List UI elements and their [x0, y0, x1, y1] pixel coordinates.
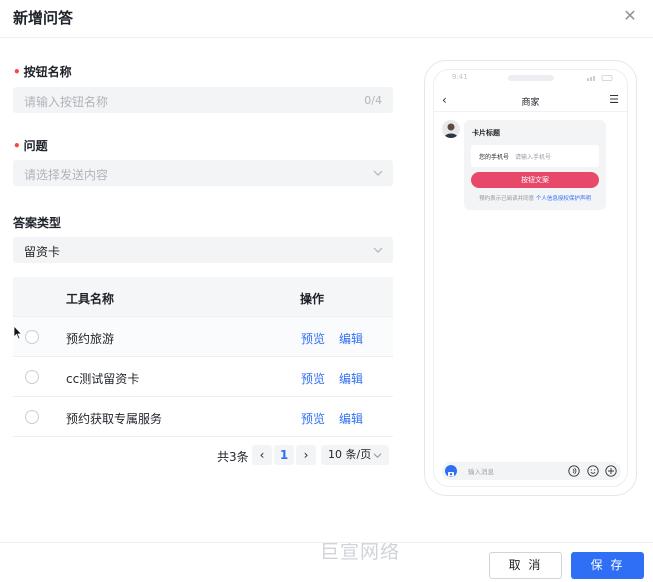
- chevron-down-icon: [373, 453, 382, 458]
- camera-icon[interactable]: [445, 465, 457, 477]
- voice-icon[interactable]: [568, 465, 580, 477]
- required-mark: •: [13, 139, 21, 153]
- signal-battery-icon: [587, 75, 613, 81]
- row-radio[interactable]: [25, 370, 39, 384]
- next-page-button[interactable]: ›: [296, 445, 316, 465]
- column-tool-name: 工具名称: [66, 292, 115, 306]
- table-row[interactable]: 预约获取专属服务 预览 编辑: [13, 397, 393, 437]
- chevron-down-icon: [373, 170, 383, 176]
- tool-table: 工具名称 操作 预约旅游 预览 编辑 cc测试留资卡 预览 编辑 预约获取专属服…: [13, 277, 393, 437]
- phone-notch: [508, 75, 554, 81]
- phone-preview: 9:41 ‹ 商家 ☰ 卡片标题 您的手机号 请输入手机号 按钮文案 预约表示已…: [424, 60, 637, 496]
- prev-page-button[interactable]: ‹: [252, 445, 272, 465]
- phone-field-placeholder: 请输入手机号: [515, 154, 552, 161]
- preview-link[interactable]: 预览: [301, 370, 325, 387]
- phone-field[interactable]: 您的手机号 请输入手机号: [471, 145, 599, 167]
- page-size-select[interactable]: 10 条/页: [321, 445, 389, 465]
- tool-name: 预约获取专属服务: [66, 412, 163, 426]
- status-bar: 9:41: [434, 70, 627, 88]
- preview-navbar: ‹ 商家 ☰: [434, 90, 627, 112]
- plus-icon[interactable]: [605, 465, 617, 477]
- consent-note: 预约表示已阅读并同意 个人信息授权保护声明: [479, 196, 591, 202]
- answer-type-select[interactable]: 留资卡: [13, 237, 393, 263]
- status-time: 9:41: [452, 73, 468, 81]
- dialog-title: 新增问答: [13, 9, 74, 27]
- row-radio[interactable]: [25, 410, 39, 424]
- phone-screen: 9:41 ‹ 商家 ☰ 卡片标题 您的手机号 请输入手机号 按钮文案 预约表示已…: [433, 69, 628, 487]
- edit-link[interactable]: 编辑: [339, 330, 363, 347]
- table-row[interactable]: cc测试留资卡 预览 编辑: [13, 357, 393, 397]
- pagination-total: 共3条: [217, 450, 249, 464]
- emoji-icon[interactable]: [587, 465, 599, 477]
- required-mark: •: [13, 65, 21, 79]
- edit-link[interactable]: 编辑: [339, 410, 363, 427]
- message-placeholder: 输入消息: [468, 468, 494, 476]
- phone-field-label: 您的手机号: [479, 154, 510, 161]
- tool-name: cc测试留资卡: [66, 372, 140, 386]
- preview-nav-title: 商家: [521, 98, 540, 108]
- table-row[interactable]: 预约旅游 预览 编辑: [13, 317, 393, 357]
- lead-card-preview: 卡片标题 您的手机号 请输入手机号 按钮文案 预约表示已阅读并同意 个人信息授权…: [464, 120, 606, 210]
- table-header: 工具名称 操作: [13, 277, 393, 317]
- dialog-header: 新增问答 ✕: [0, 0, 653, 38]
- question-placeholder: 请选择发送内容: [24, 168, 109, 182]
- card-submit-button[interactable]: 按钮文案: [471, 172, 599, 188]
- button-name-input[interactable]: 请输入按钮名称 0/4: [13, 87, 393, 113]
- column-action: 操作: [300, 292, 325, 306]
- privacy-link[interactable]: 个人信息授权保护声明: [536, 196, 591, 202]
- pagination: 共3条 ‹ 1 › 10 条/页: [0, 445, 393, 465]
- save-button[interactable]: 保 存: [571, 552, 644, 579]
- char-count: 0/4: [364, 94, 382, 107]
- question-select[interactable]: 请选择发送内容: [13, 160, 393, 186]
- avatar: [442, 120, 460, 138]
- dialog-footer: 取 消 保 存: [0, 542, 653, 582]
- button-name-placeholder: 请输入按钮名称: [24, 95, 109, 109]
- cancel-button[interactable]: 取 消: [489, 552, 562, 579]
- menu-icon[interactable]: ☰: [609, 93, 619, 106]
- mouse-cursor-icon: [13, 325, 23, 340]
- message-input-bar[interactable]: 输入消息: [442, 462, 621, 480]
- page-number[interactable]: 1: [274, 445, 294, 465]
- row-radio[interactable]: [25, 330, 39, 344]
- answer-type-value: 留资卡: [24, 245, 61, 259]
- person-avatar-icon: [444, 123, 458, 138]
- tool-name: 预约旅游: [66, 332, 115, 346]
- chevron-down-icon: [373, 247, 383, 253]
- answer-type-label: 答案类型: [13, 216, 62, 230]
- card-title: 卡片标题: [472, 129, 500, 137]
- close-icon[interactable]: ✕: [621, 7, 639, 25]
- edit-link[interactable]: 编辑: [339, 370, 363, 387]
- question-label: • 问题: [13, 139, 48, 153]
- preview-link[interactable]: 预览: [301, 330, 325, 347]
- button-name-label: • 按钮名称: [13, 65, 72, 79]
- preview-link[interactable]: 预览: [301, 410, 325, 427]
- page-size-value: 10 条/页: [328, 448, 372, 461]
